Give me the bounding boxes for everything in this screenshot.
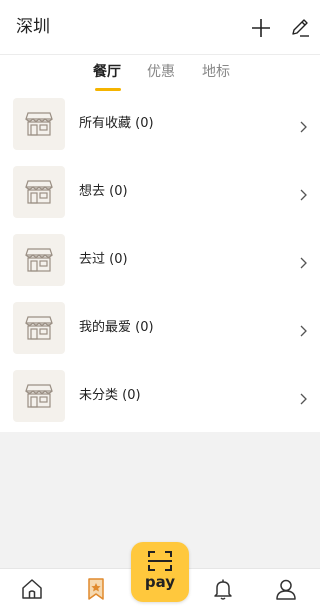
list-item-all[interactable]: 所有收藏 (0) bbox=[0, 91, 320, 159]
chevron-right-icon bbox=[298, 118, 308, 133]
home-icon[interactable] bbox=[20, 577, 44, 601]
pencil-icon[interactable] bbox=[289, 16, 311, 38]
chevron-right-icon bbox=[298, 390, 308, 405]
list-item-label: 所有收藏 (0) bbox=[79, 116, 154, 131]
chevron-right-icon bbox=[298, 322, 308, 337]
storefront-icon bbox=[13, 98, 65, 150]
storefront-icon bbox=[13, 166, 65, 218]
list-item-label: 想去 (0) bbox=[79, 184, 128, 199]
collection-list: 所有收藏 (0) 想去 (0) 去过 (0) 我的最爱 (0) 未分类 (0) bbox=[0, 91, 320, 432]
tab-restaurant[interactable]: 餐厅 bbox=[93, 63, 121, 81]
pay-label: pay bbox=[144, 573, 176, 591]
chevron-right-icon bbox=[298, 254, 308, 269]
list-item-label: 未分类 (0) bbox=[79, 388, 141, 403]
bell-icon[interactable] bbox=[211, 577, 235, 601]
city-selector[interactable]: 深圳 bbox=[16, 16, 50, 38]
plus-icon[interactable] bbox=[250, 17, 272, 39]
header-bar: 深圳 bbox=[0, 0, 320, 54]
pay-button[interactable]: pay bbox=[131, 542, 189, 602]
bookmark-star-icon[interactable] bbox=[84, 577, 108, 601]
list-item-want-to-go[interactable]: 想去 (0) bbox=[0, 159, 320, 227]
list-item-label: 我的最爱 (0) bbox=[79, 320, 154, 335]
storefront-icon bbox=[13, 234, 65, 286]
storefront-icon bbox=[13, 302, 65, 354]
scan-icon bbox=[148, 551, 172, 571]
list-item-my-favorites[interactable]: 我的最爱 (0) bbox=[0, 295, 320, 363]
tab-deals[interactable]: 优惠 bbox=[147, 63, 175, 81]
storefront-icon bbox=[13, 370, 65, 422]
app-screen: 深圳 餐厅 优惠 地标 所有收藏 (0) 想去 (0) 去过 (0) 我的最爱 … bbox=[0, 0, 320, 608]
list-item-been-there[interactable]: 去过 (0) bbox=[0, 227, 320, 295]
chevron-right-icon bbox=[298, 186, 308, 201]
list-item-label: 去过 (0) bbox=[79, 252, 128, 267]
category-tabs: 餐厅 优惠 地标 bbox=[0, 54, 320, 91]
tab-landmarks[interactable]: 地标 bbox=[202, 63, 230, 81]
user-icon[interactable] bbox=[274, 577, 298, 601]
list-item-uncategorized[interactable]: 未分类 (0) bbox=[0, 363, 320, 431]
